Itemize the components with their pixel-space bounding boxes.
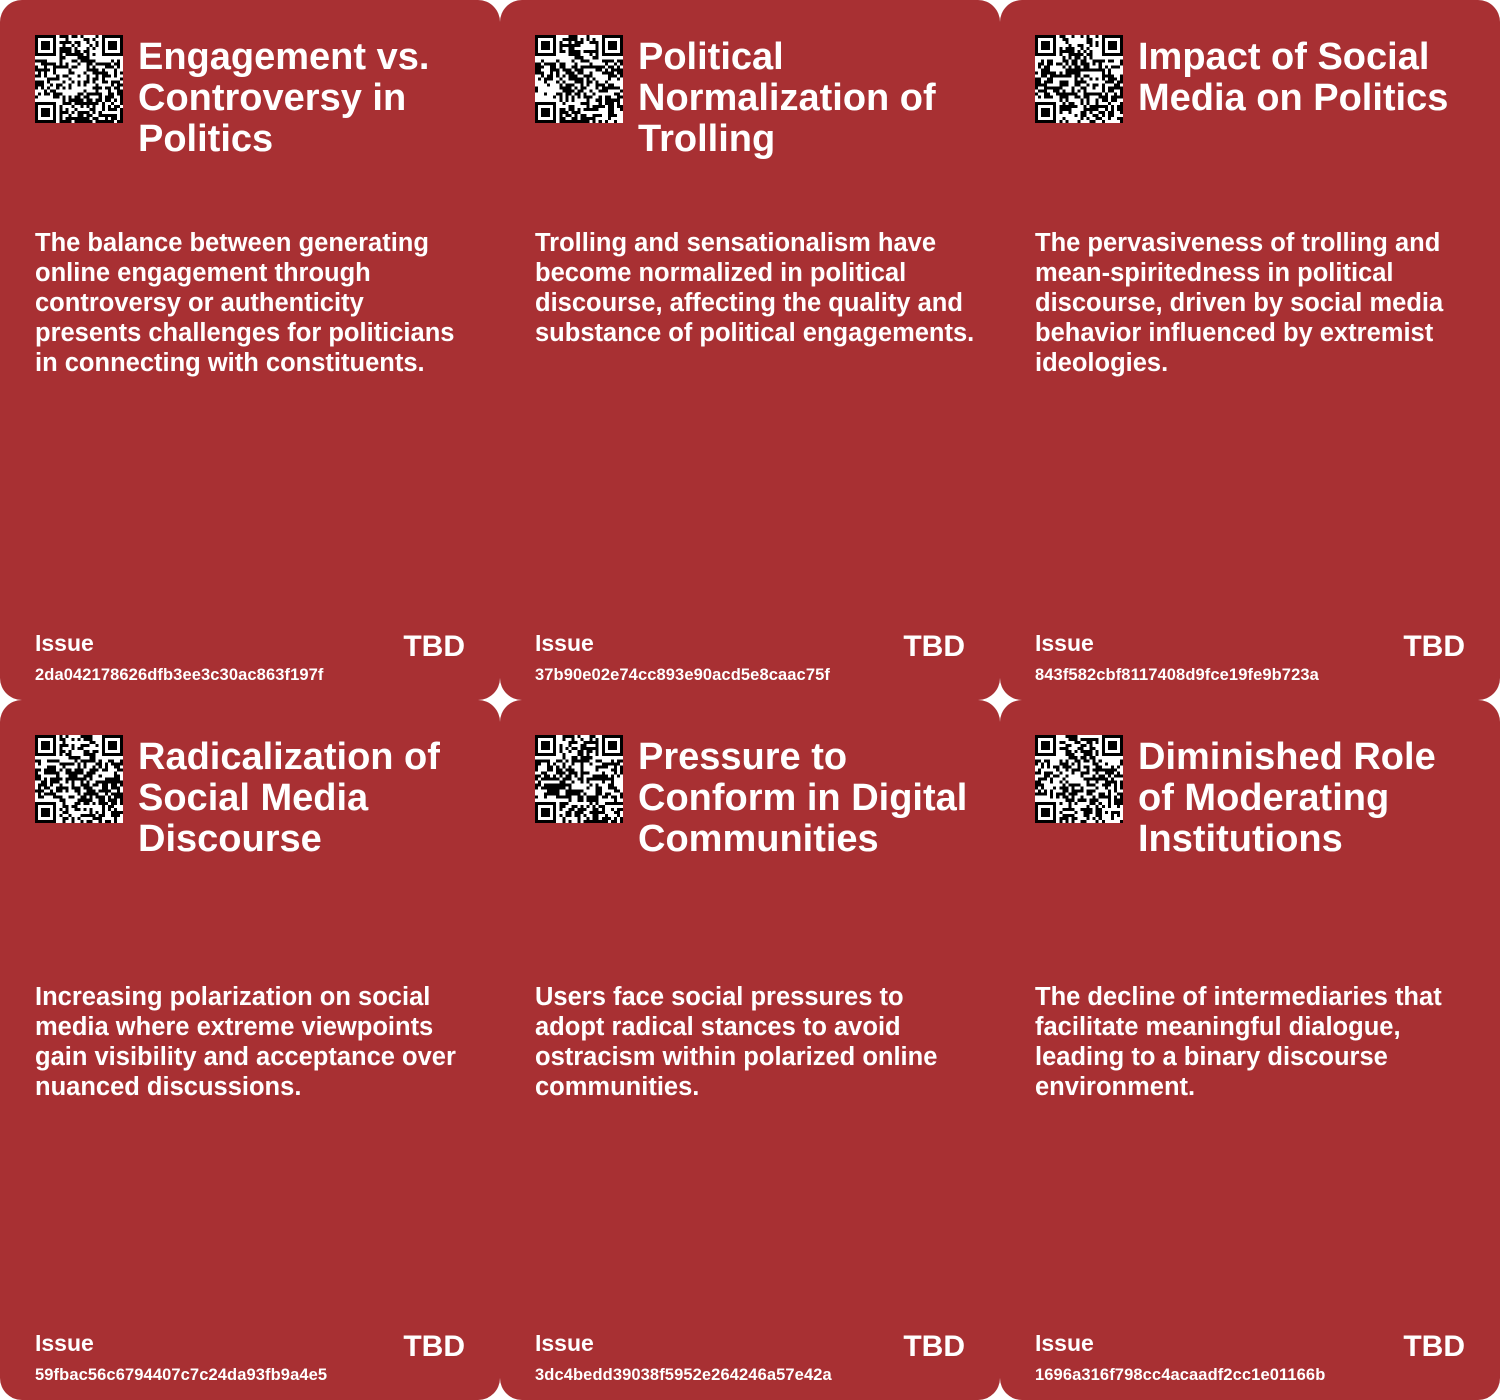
qr-code-icon [1035, 35, 1123, 123]
issue-card[interactable]: Radicalization of Social Media Discourse… [0, 700, 500, 1400]
card-title: Impact of Social Media on Politics [1138, 36, 1449, 119]
issue-hash: 2da042178626dfb3ee3c30ac863f197f [35, 666, 324, 684]
status-badge: TBD [1403, 1330, 1465, 1363]
qr-code-icon [535, 735, 623, 823]
status-badge: TBD [903, 630, 965, 663]
card-description: The pervasiveness of trolling and mean-s… [1035, 229, 1444, 377]
issue-card[interactable]: Pressure to Conform in Digital Communiti… [500, 700, 1000, 1400]
issue-hash: 3dc4bedd39038f5952e264246a57e42a [535, 1366, 832, 1384]
issue-card[interactable]: Impact of Social Media on Politics The p… [1000, 0, 1500, 700]
qr-code-icon [535, 35, 623, 123]
issue-card[interactable]: Engagement vs. Controversy in Politics T… [0, 0, 500, 700]
card-title: Engagement vs. Controversy in Politics [138, 36, 430, 160]
issue-hash: 843f582cbf8117408d9fce19fe9b723a [1035, 666, 1319, 684]
issue-card[interactable]: Diminished Role of Moderating Institutio… [1000, 700, 1500, 1400]
card-title: Diminished Role of Moderating Institutio… [1138, 736, 1436, 860]
status-badge: TBD [1403, 630, 1465, 663]
card-description: Increasing polarization on social media … [35, 983, 456, 1101]
issue-hash: 1696a316f798cc4acaadf2cc1e01166b [1035, 1366, 1326, 1384]
issue-label: Issue [35, 630, 94, 656]
status-badge: TBD [903, 1330, 965, 1363]
issue-label: Issue [1035, 1330, 1094, 1356]
issue-hash: 59fbac56c6794407c7c24da93fb9a4e5 [35, 1366, 328, 1384]
card-description: The balance between generating online en… [35, 229, 455, 377]
card-description: Trolling and sensationalism have become … [535, 229, 975, 347]
issue-hash: 37b90e02e74cc893e90acd5e8caac75f [535, 666, 830, 684]
card-description: The decline of intermediaries that facil… [1035, 983, 1442, 1101]
status-badge: TBD [403, 630, 465, 663]
qr-code-icon [35, 735, 123, 823]
issue-label: Issue [535, 1330, 594, 1356]
issue-label: Issue [535, 630, 594, 656]
qr-code-icon [35, 35, 123, 123]
card-title: Pressure to Conform in Digital Communiti… [638, 736, 968, 860]
qr-code-icon [1035, 735, 1123, 823]
card-title: Political Normalization of Trolling [638, 36, 936, 160]
card-grid: Engagement vs. Controversy in Politics T… [0, 0, 1500, 1400]
status-badge: TBD [403, 1330, 465, 1363]
issue-label: Issue [1035, 630, 1094, 656]
card-title: Radicalization of Social Media Discourse [138, 736, 440, 860]
issue-label: Issue [35, 1330, 94, 1356]
issue-card[interactable]: Political Normalization of Trolling Trol… [500, 0, 1000, 700]
card-description: Users face social pressures to adopt rad… [535, 983, 938, 1101]
